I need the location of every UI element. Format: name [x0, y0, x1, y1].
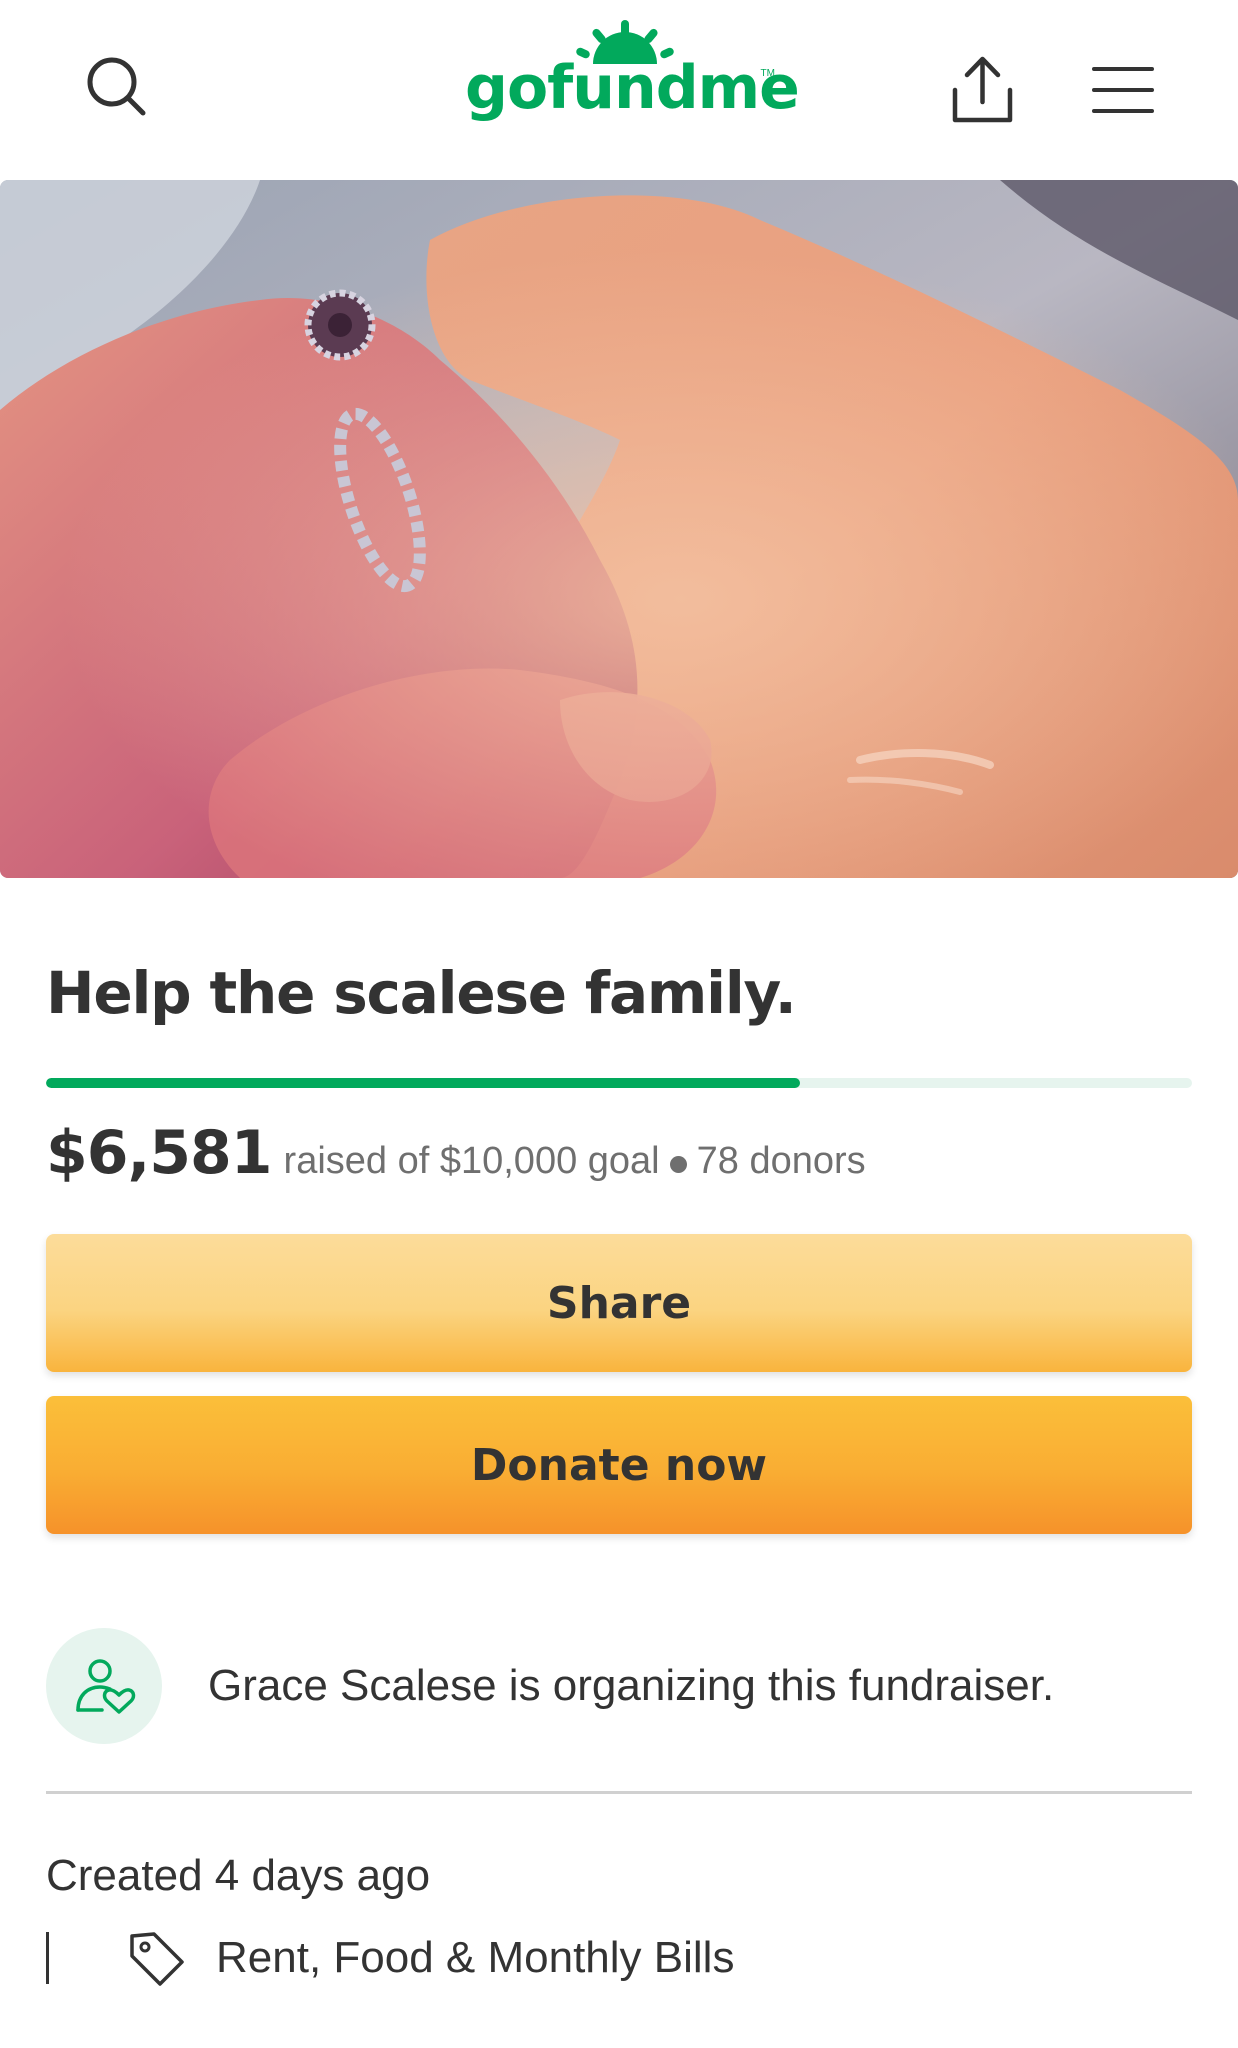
separator-dot: [669, 1156, 687, 1174]
progress-bar-fill: [46, 1078, 801, 1088]
share-button[interactable]: Share: [46, 1234, 1192, 1372]
fundraising-stats: $6,581 raised of $10,000 goal 78 donors: [46, 1108, 1196, 1198]
progress-bar: [46, 1078, 1192, 1088]
organizer-heart-icon: [76, 1659, 136, 1714]
raised-amount: $6,581: [46, 1118, 273, 1188]
search-icon: [87, 57, 146, 116]
organizer-text: Grace Scalese is organizing this fundrai…: [208, 1661, 1055, 1710]
tag-icon: [130, 1932, 184, 1986]
section-divider: [46, 1791, 1192, 1794]
campaign-title: Help the scalese family.: [46, 959, 797, 1027]
meta-separator-bar: [46, 1932, 49, 1984]
created-date: Created 4 days ago: [46, 1851, 431, 1900]
category-label: Rent, Food & Monthly Bills: [216, 1933, 735, 1982]
campaign-page: gofundme TM Help the scalese family. $6,…: [0, 0, 1238, 2048]
donor-count[interactable]: 78 donors: [697, 1140, 866, 1182]
menu-button[interactable]: [1088, 55, 1158, 125]
logo-trademark: TM: [760, 68, 775, 79]
organizer-row: Grace Scalese is organizing this fundrai…: [46, 1628, 1196, 1744]
logo-wordmark: gofundme: [465, 53, 800, 123]
search-button[interactable]: [80, 50, 155, 125]
top-navigation: gofundme TM: [0, 0, 1238, 180]
hamburger-menu-icon: [1092, 67, 1154, 113]
campaign-hero-image[interactable]: [0, 180, 1238, 878]
gofundme-logo[interactable]: gofundme TM: [465, 20, 800, 140]
donate-now-button[interactable]: Donate now: [46, 1396, 1192, 1534]
organizer-avatar: [46, 1628, 162, 1744]
share-header-button[interactable]: [945, 50, 1020, 130]
goal-text: raised of $10,000 goal: [283, 1140, 660, 1182]
share-upload-icon: [952, 56, 1013, 123]
category-link[interactable]: Rent, Food & Monthly Bills: [124, 1926, 734, 1990]
